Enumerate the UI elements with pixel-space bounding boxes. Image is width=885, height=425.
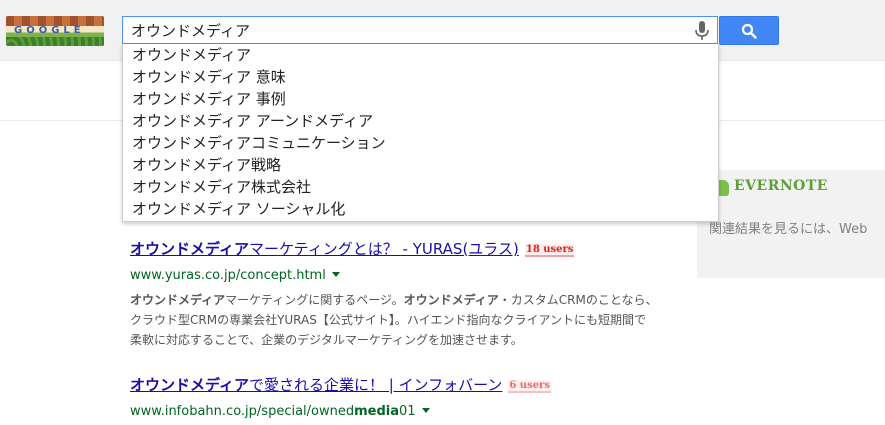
snippet-bold: オウンドメディア	[403, 293, 499, 307]
suggestion-item[interactable]: オウンドメディア株式会社	[123, 176, 718, 198]
snippet-line: オウンドメディアマーケティングに関するページ。オウンドメディア・カスタムCRMの…	[130, 290, 658, 310]
result-title-bold: オウンドメディア	[130, 240, 249, 258]
search-input[interactable]	[131, 19, 691, 41]
search-icon	[741, 23, 757, 39]
suggestion-item[interactable]: オウンドメディアコミュニケーション	[123, 132, 718, 154]
suggestion-item[interactable]: オウンドメディア 意味	[123, 66, 718, 88]
result-url-text: www.infobahn.co.jp/special/owned	[130, 404, 355, 419]
result-url-text: www.yuras.co.jp/concept.html	[130, 268, 326, 283]
search-box[interactable]	[122, 16, 718, 44]
evernote-title: EVERNOTE	[734, 178, 828, 194]
result-title-link[interactable]: オウンドメディアマーケティングとは？ - YURAS(ユラス) 18 users	[130, 238, 650, 259]
url-dropdown-caret-icon[interactable]	[331, 272, 340, 277]
doodle-word: GOOGLE	[14, 25, 85, 36]
microphone-icon[interactable]	[695, 21, 709, 41]
suggestion-item[interactable]: オウンドメディア戦略	[123, 154, 718, 176]
suggestion-item[interactable]: オウンドメディア	[123, 44, 718, 66]
snippet-line: 柔軟に対応することで、企業のデジタルマーケティングを加速させます。	[130, 333, 523, 347]
suggestion-item[interactable]: オウンドメディア アーンドメディア	[123, 110, 718, 132]
result-title-link[interactable]: オウンドメディアで愛される企業に！ | インフォバーン 6 users	[130, 374, 551, 395]
snippet-text: マーケティングに関するページ。	[225, 293, 404, 307]
hatena-users-badge[interactable]: 18 users	[524, 244, 575, 257]
result-title-bold: オウンドメディア	[130, 376, 249, 394]
autocomplete-dropdown: オウンドメディア オウンドメディア 意味 オウンドメディア 事例 オウンドメディ…	[122, 44, 719, 222]
hatena-users-badge[interactable]: 6 users	[508, 380, 551, 393]
suggestion-item[interactable]: オウンドメディア 事例	[123, 88, 718, 110]
doodle-trees	[6, 37, 104, 46]
result-title-text: マーケティングとは？ - YURAS(ユラス)	[248, 240, 519, 258]
google-doodle-logo[interactable]: GOOGLE	[6, 16, 104, 46]
result-snippet: オウンドメディアマーケティングに関するページ。オウンドメディア・カスタムCRMの…	[130, 290, 658, 350]
search-result: オウンドメディアで愛される企業に！ | インフォバーン 6 users www.i…	[130, 374, 551, 419]
evernote-text[interactable]: 関連結果を見るには、Web	[709, 218, 867, 237]
url-dropdown-caret-icon[interactable]	[421, 408, 430, 413]
search-result: オウンドメディアマーケティングとは？ - YURAS(ユラス) 18 users …	[130, 238, 658, 350]
result-title-text: で愛される企業に！ | インフォバーン	[248, 376, 503, 394]
evernote-panel: EVERNOTE 関連結果を見るには、Web	[697, 170, 885, 278]
result-url: www.yuras.co.jp/concept.html	[130, 268, 650, 283]
result-url-bold: media	[354, 404, 400, 419]
snippet-bold: オウンドメディア	[130, 293, 226, 307]
suggestion-item[interactable]: オウンドメディア ソーシャル化	[123, 198, 718, 220]
result-url-text: 01	[399, 404, 416, 419]
search-button[interactable]	[719, 16, 779, 45]
snippet-line: クラウド型CRMの専業会社YURAS【公式サイト】。ハイエンド指向なクライアント…	[130, 313, 647, 327]
snippet-text: ・カスタムCRMのことなら、	[498, 293, 658, 307]
result-url: www.infobahn.co.jp/special/ownedmedia01	[130, 404, 551, 419]
